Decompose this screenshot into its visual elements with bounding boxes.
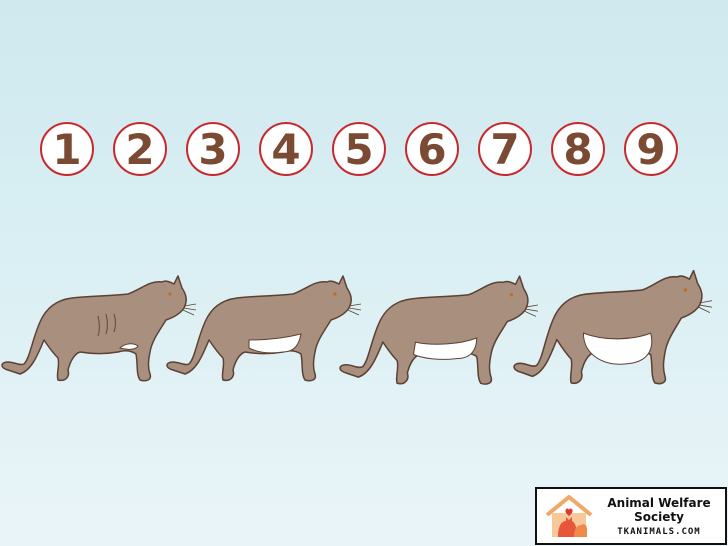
score-circle-6: 6 — [405, 122, 459, 176]
house-with-cat-and-dog-icon — [545, 495, 593, 537]
score-circle-7: 7 — [478, 122, 532, 176]
logo-domain: TKANIMALS.COM — [617, 526, 701, 537]
score-number-9: 9 — [636, 125, 666, 174]
score-number-7: 7 — [490, 125, 520, 174]
score-circle-9: 9 — [624, 122, 678, 176]
logo-title: Animal Welfare Society — [607, 495, 711, 524]
score-number-4: 4 — [271, 125, 301, 174]
score-number-6: 6 — [417, 125, 447, 174]
animal-welfare-society-logo: Animal Welfare Society TKANIMALS.COM — [535, 487, 727, 545]
score-circle-2: 2 — [113, 122, 167, 176]
cat-obese — [513, 270, 713, 385]
score-number-1: 1 — [52, 125, 82, 174]
score-circle-1: 1 — [40, 122, 94, 176]
logo-text: Animal Welfare Society TKANIMALS.COM — [597, 496, 725, 537]
score-circle-3: 3 — [186, 122, 240, 176]
score-circle-4: 4 — [259, 122, 313, 176]
score-circle-5: 5 — [332, 122, 386, 176]
body-condition-scale: 1 2 3 4 5 6 7 8 9 — [40, 122, 690, 180]
cat-ideal — [166, 275, 362, 382]
score-number-5: 5 — [344, 125, 374, 174]
score-number-8: 8 — [563, 125, 593, 174]
cat-illustrations — [1, 270, 713, 385]
score-number-2: 2 — [125, 125, 155, 174]
cat-overweight — [339, 275, 539, 385]
score-number-3: 3 — [198, 125, 228, 174]
score-circle-8: 8 — [551, 122, 605, 176]
